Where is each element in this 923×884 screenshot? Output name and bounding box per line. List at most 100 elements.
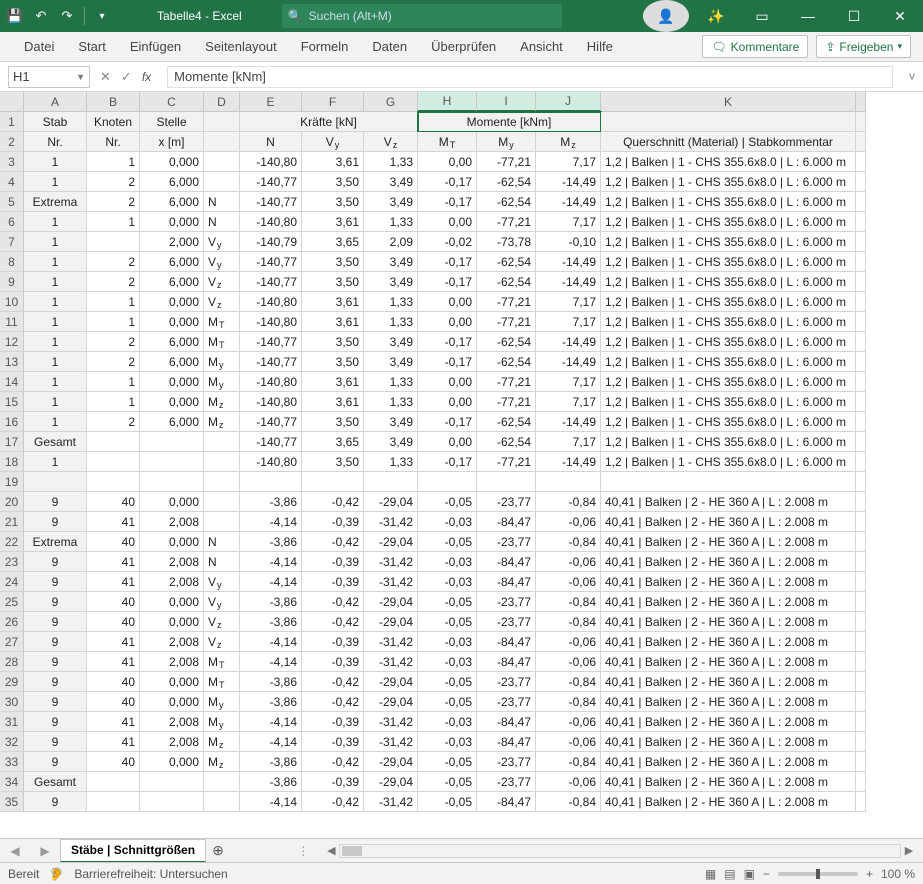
cell-29-E[interactable]: -3,86 [240, 672, 302, 692]
row-header-8[interactable]: 8 [0, 252, 24, 272]
cell-10-B[interactable]: 1 [87, 292, 140, 312]
select-all-corner[interactable] [0, 92, 24, 112]
cell-9-A[interactable]: 1 [24, 272, 87, 292]
cell-18-D[interactable] [204, 452, 240, 472]
cell-14-E[interactable]: -140,80 [240, 372, 302, 392]
cell-26-J[interactable]: -0,84 [536, 612, 601, 632]
cell-21-C[interactable]: 2,008 [140, 512, 204, 532]
cell-8-B[interactable]: 2 [87, 252, 140, 272]
cell-24-A[interactable]: 9 [24, 572, 87, 592]
zoom-thumb[interactable] [816, 869, 820, 879]
row-header-9[interactable]: 9 [0, 272, 24, 292]
cell-20-K[interactable]: 40,41 | Balken | 2 - HE 360 A | L : 2.00… [601, 492, 856, 512]
cell-26-E[interactable]: -3,86 [240, 612, 302, 632]
cell-7-I[interactable]: -73,78 [477, 232, 536, 252]
cell-24-E[interactable]: -4,14 [240, 572, 302, 592]
cell-32-K[interactable]: 40,41 | Balken | 2 - HE 360 A | L : 2.00… [601, 732, 856, 752]
col-header-D[interactable]: D [204, 92, 240, 112]
cell-31-D[interactable]: My [204, 712, 240, 732]
cell-26-C[interactable]: 0,000 [140, 612, 204, 632]
cell-23-B[interactable]: 41 [87, 552, 140, 572]
cell-10-F[interactable]: 3,61 [302, 292, 364, 312]
cell-34-D[interactable] [204, 772, 240, 792]
undo-icon[interactable]: ↶ [32, 7, 50, 25]
cell-29-C[interactable]: 0,000 [140, 672, 204, 692]
cell-34-B[interactable] [87, 772, 140, 792]
col-header-B[interactable]: B [87, 92, 140, 112]
cell-23-G[interactable]: -31,42 [364, 552, 418, 572]
cell-19-A[interactable] [24, 472, 87, 492]
cell-11-D[interactable]: MT [204, 312, 240, 332]
cell-3-I[interactable]: -77,21 [477, 152, 536, 172]
row-header-10[interactable]: 10 [0, 292, 24, 312]
cell-35-F[interactable]: -0,42 [302, 792, 364, 812]
cell-27-K[interactable]: 40,41 | Balken | 2 - HE 360 A | L : 2.00… [601, 632, 856, 652]
cell-18-G[interactable]: 1,33 [364, 452, 418, 472]
cell-10-K[interactable]: 1,2 | Balken | 1 - CHS 355.6x8.0 | L : 6… [601, 292, 856, 312]
cell-17-D[interactable] [204, 432, 240, 452]
cell-19-C[interactable] [140, 472, 204, 492]
cell-32-J[interactable]: -0,06 [536, 732, 601, 752]
cell-22-G[interactable]: -29,04 [364, 532, 418, 552]
cell-34-H[interactable]: -0,05 [418, 772, 477, 792]
ribbon-tab-start[interactable]: Start [66, 32, 117, 62]
cell-9-K[interactable]: 1,2 | Balken | 1 - CHS 355.6x8.0 | L : 6… [601, 272, 856, 292]
cell-11-I[interactable]: -77,21 [477, 312, 536, 332]
cell-31-G[interactable]: -31,42 [364, 712, 418, 732]
cell-22-H[interactable]: -0,05 [418, 532, 477, 552]
cell-8-C[interactable]: 6,000 [140, 252, 204, 272]
cell-27-I[interactable]: -84,47 [477, 632, 536, 652]
cell-8-D[interactable]: Vy [204, 252, 240, 272]
cell-25-K[interactable]: 40,41 | Balken | 2 - HE 360 A | L : 2.00… [601, 592, 856, 612]
row-header-6[interactable]: 6 [0, 212, 24, 232]
cell-20-F[interactable]: -0,42 [302, 492, 364, 512]
cell-30-C[interactable]: 0,000 [140, 692, 204, 712]
cell-19-H[interactable] [418, 472, 477, 492]
cell-13-A[interactable]: 1 [24, 352, 87, 372]
cell-15-K[interactable]: 1,2 | Balken | 1 - CHS 355.6x8.0 | L : 6… [601, 392, 856, 412]
cell-28-I[interactable]: -84,47 [477, 652, 536, 672]
cell-19-E[interactable] [240, 472, 302, 492]
cell-31-H[interactable]: -0,03 [418, 712, 477, 732]
cell-9-D[interactable]: Vz [204, 272, 240, 292]
cell-14-D[interactable]: My [204, 372, 240, 392]
cell-12-A[interactable]: 1 [24, 332, 87, 352]
cell-16-G[interactable]: 3,49 [364, 412, 418, 432]
cell-5-J[interactable]: -14,49 [536, 192, 601, 212]
cell-4-I[interactable]: -62,54 [477, 172, 536, 192]
cell-35-A[interactable]: 9 [24, 792, 87, 812]
cell-30-K[interactable]: 40,41 | Balken | 2 - HE 360 A | L : 2.00… [601, 692, 856, 712]
cell-30-G[interactable]: -29,04 [364, 692, 418, 712]
cell-23-C[interactable]: 2,008 [140, 552, 204, 572]
cell-16-K[interactable]: 1,2 | Balken | 1 - CHS 355.6x8.0 | L : 6… [601, 412, 856, 432]
cell-22-F[interactable]: -0,42 [302, 532, 364, 552]
cell-3-H[interactable]: 0,00 [418, 152, 477, 172]
cell-35-K[interactable]: 40,41 | Balken | 2 - HE 360 A | L : 2.00… [601, 792, 856, 812]
cell-18-H[interactable]: -0,17 [418, 452, 477, 472]
cell-35-E[interactable]: -4,14 [240, 792, 302, 812]
scroll-right-icon[interactable]: ▶ [901, 844, 917, 857]
cell-35-C[interactable] [140, 792, 204, 812]
cell-27-C[interactable]: 2,008 [140, 632, 204, 652]
col-header-C[interactable]: C [140, 92, 204, 112]
cell-22-B[interactable]: 40 [87, 532, 140, 552]
cell-21-A[interactable]: 9 [24, 512, 87, 532]
cell-26-I[interactable]: -23,77 [477, 612, 536, 632]
cell-14-A[interactable]: 1 [24, 372, 87, 392]
row-header-30[interactable]: 30 [0, 692, 24, 712]
cell-25-E[interactable]: -3,86 [240, 592, 302, 612]
row-header-19[interactable]: 19 [0, 472, 24, 492]
zoom-level[interactable]: 100 % [881, 867, 915, 881]
cell-28-A[interactable]: 9 [24, 652, 87, 672]
cell-4-D[interactable] [204, 172, 240, 192]
cell-34-K[interactable]: 40,41 | Balken | 2 - HE 360 A | L : 2.00… [601, 772, 856, 792]
cell-5-K[interactable]: 1,2 | Balken | 1 - CHS 355.6x8.0 | L : 6… [601, 192, 856, 212]
cell-6-C[interactable]: 0,000 [140, 212, 204, 232]
cell-30-B[interactable]: 40 [87, 692, 140, 712]
cell-6-G[interactable]: 1,33 [364, 212, 418, 232]
cell-30-F[interactable]: -0,42 [302, 692, 364, 712]
cell-13-J[interactable]: -14,49 [536, 352, 601, 372]
cell-19-K[interactable] [601, 472, 856, 492]
cell-21-D[interactable] [204, 512, 240, 532]
cell-20-H[interactable]: -0,05 [418, 492, 477, 512]
